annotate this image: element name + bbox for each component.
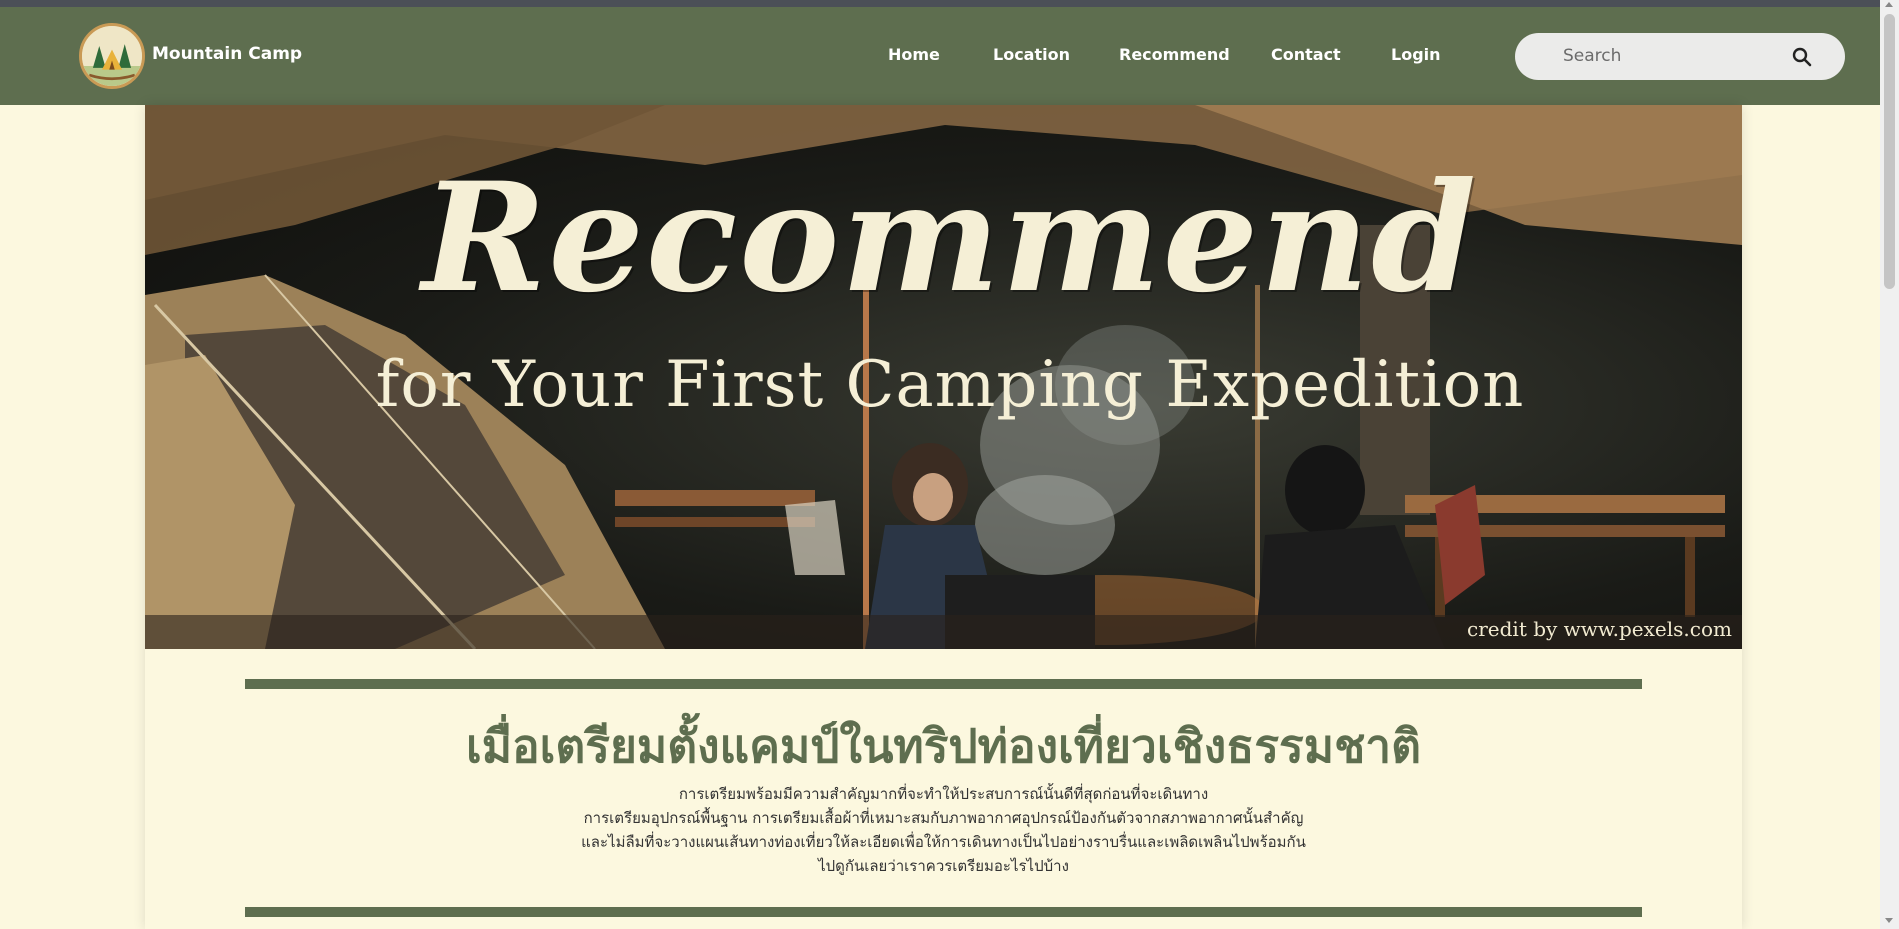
nav-login[interactable]: Login <box>1391 45 1441 64</box>
page-scrollbar[interactable] <box>1880 0 1899 929</box>
navbar: Mountain Camp Home Location Recommend Co… <box>0 7 1880 105</box>
nav-home[interactable]: Home <box>888 45 940 64</box>
nav-recommend[interactable]: Recommend <box>1119 45 1230 64</box>
camp-logo-icon[interactable] <box>79 23 145 89</box>
scroll-down-icon[interactable] <box>1885 918 1893 923</box>
nav-location[interactable]: Location <box>993 45 1070 64</box>
hero-credit: credit by www.pexels.com <box>1467 617 1732 641</box>
search-box <box>1515 33 1845 80</box>
intro-line-2: การเตรียมอุปกรณ์พื้นฐาน การเตรียมเสื้อผ้… <box>583 809 1304 827</box>
intro-line-4: ไปดูกันเลยว่าเราควรเตรียมอะไรไปบ้าง <box>818 857 1069 875</box>
intro-line-1: การเตรียมพร้อมมีความสำคัญมากที่จะทำให้ปร… <box>678 785 1209 803</box>
hero-banner: Recommend for Your First Camping Expedit… <box>145 105 1742 649</box>
content-panel: Recommend for Your First Camping Expedit… <box>145 105 1742 929</box>
section-heading: เมื่อเตรียมตั้งแคมป์ในทริปท่องเที่ยวเชิง… <box>465 719 1422 773</box>
search-input[interactable] <box>1563 43 1783 69</box>
search-icon[interactable] <box>1791 46 1813 68</box>
hero-title: Recommend <box>421 150 1479 326</box>
hero-subtitle: for Your First Camping Expedition <box>375 348 1525 422</box>
intro-line-3: และไม่ลืมที่จะวางแผนเส้นทางท่องเที่ยวให้… <box>581 833 1306 851</box>
divider-bottom <box>245 907 1642 917</box>
nav-contact[interactable]: Contact <box>1271 45 1341 64</box>
browser-top-strip <box>0 0 1899 7</box>
brand-name[interactable]: Mountain Camp <box>152 44 302 64</box>
scrollbar-thumb[interactable] <box>1884 14 1895 289</box>
scroll-up-icon[interactable] <box>1885 2 1893 7</box>
divider-top <box>245 679 1642 689</box>
